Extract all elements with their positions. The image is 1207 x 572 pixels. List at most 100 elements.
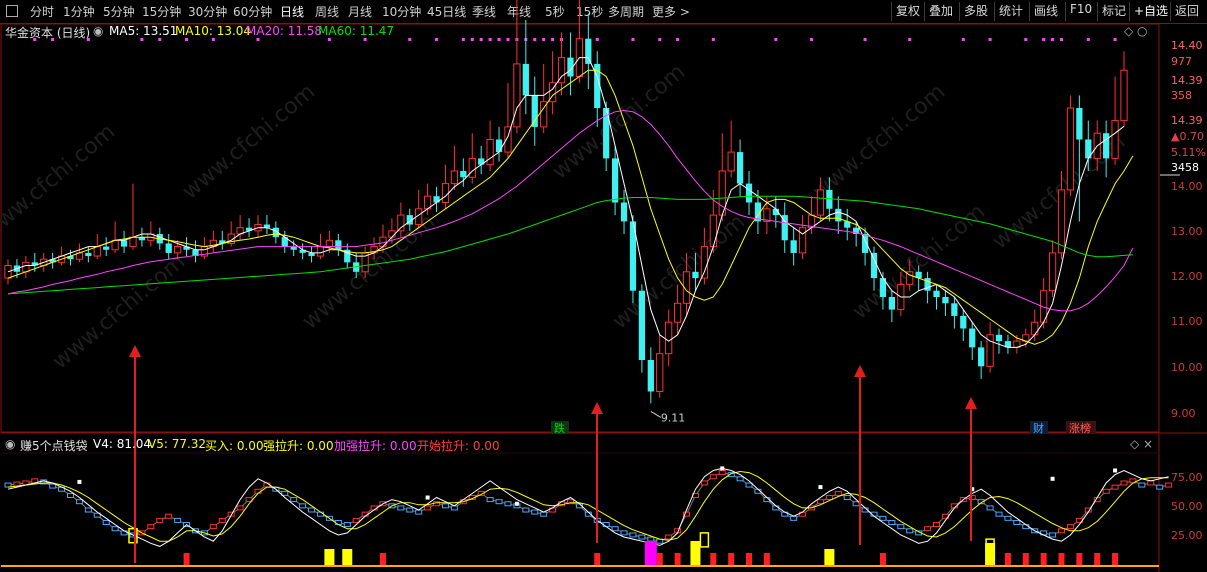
- kline-chart[interactable]: www.cfchi.com www.cfchi.comwww.cfchi.comw…: [0, 0, 1207, 572]
- indicator-box: [558, 501, 566, 507]
- candle-body: [460, 171, 467, 178]
- period-tab-16[interactable]: 更多 >: [652, 3, 690, 20]
- main-panel-header: 华金资本 (日线) ◉ MA5: 13.51 MA10: 13.04 MA20: 11.…: [0, 23, 1160, 41]
- indicator-box: [879, 515, 887, 521]
- toolbar-button-0[interactable]: 复权: [896, 2, 920, 19]
- toolbar-button-1[interactable]: 叠加: [929, 2, 953, 19]
- candle-body: [254, 224, 262, 232]
- histogram-bar-yellow: [985, 543, 996, 565]
- histogram-bar-red: [1112, 553, 1119, 565]
- price-axis-label: 3458: [1171, 161, 1199, 174]
- period-tab-5[interactable]: 60分钟: [233, 3, 272, 20]
- period-tab-14[interactable]: 15秒: [576, 3, 603, 20]
- toolbar-button-7[interactable]: +自选: [1134, 2, 1168, 19]
- toolbar-button-2[interactable]: 多股: [964, 2, 988, 19]
- candle-body: [4, 265, 12, 279]
- indicator-box: [1058, 528, 1066, 534]
- candle-body: [236, 227, 244, 235]
- period-tab-8[interactable]: 月线: [348, 3, 372, 20]
- period-tab-3[interactable]: 15分钟: [142, 3, 181, 20]
- candle-body: [620, 202, 628, 222]
- signal-arrow-head: [965, 397, 977, 409]
- period-tab-0[interactable]: 分时: [30, 3, 54, 20]
- ma-line-MA10: [7, 69, 1134, 345]
- period-tab-7[interactable]: 周线: [315, 3, 339, 20]
- candle-body: [200, 246, 209, 257]
- price-axis-label: 13.00: [1171, 225, 1203, 238]
- candle-body: [147, 233, 155, 241]
- toolbar-button-8[interactable]: 返回: [1175, 2, 1199, 19]
- candle-body: [567, 57, 574, 77]
- toolbar-button-5[interactable]: F10: [1070, 2, 1092, 16]
- candle-body: [1013, 340, 1021, 348]
- menu-checkbox[interactable]: [6, 5, 18, 17]
- indicator-box: [611, 526, 619, 532]
- period-tab-13[interactable]: 5秒: [545, 3, 565, 20]
- candle-body: [897, 283, 905, 311]
- signal-arrow-head: [854, 365, 866, 377]
- panel-icons[interactable]: ◇ ○: [1124, 24, 1148, 38]
- indicator-box: [763, 497, 771, 503]
- candle-body: [951, 303, 958, 316]
- stock-title[interactable]: 华金资本 (日线): [5, 24, 90, 41]
- indicator-box: [745, 482, 753, 488]
- indicator-box: [950, 503, 958, 509]
- candle-body: [656, 353, 664, 393]
- histogram-bar-yellow: [324, 549, 335, 565]
- indicator-box: [656, 538, 664, 544]
- price-axis-label: 5.11%: [1171, 146, 1206, 159]
- candle-body: [415, 208, 423, 226]
- candle-body: [290, 246, 297, 250]
- indicator-name[interactable]: 赚5个点钱袋: [20, 437, 88, 454]
- indicator-box: [290, 497, 298, 503]
- period-tab-15[interactable]: 多周期: [608, 3, 644, 20]
- indicator-box: [58, 486, 66, 492]
- histogram-bar-yellow: [342, 549, 353, 565]
- indicator-box: [1075, 517, 1083, 523]
- settings-icon[interactable]: ◉: [93, 24, 103, 38]
- candle-body: [192, 249, 199, 257]
- candle-body: [1040, 290, 1048, 323]
- toolbar-button-3[interactable]: 统计: [999, 2, 1023, 19]
- period-tab-11[interactable]: 季线: [472, 3, 496, 20]
- period-tab-6[interactable]: 日线: [280, 3, 304, 20]
- candle-body: [807, 214, 816, 229]
- period-tab-9[interactable]: 10分钟: [382, 3, 421, 20]
- watermark-text: www.cfchi.com: [298, 209, 440, 334]
- indicator-close-icon[interactable]: ◇ ×: [1130, 437, 1153, 451]
- indicator-box: [388, 503, 396, 509]
- period-tab-12[interactable]: 年线: [507, 3, 531, 20]
- candle-body: [370, 246, 378, 254]
- histogram-bar-red: [1076, 553, 1083, 565]
- price-axis-label: 11.00: [1171, 315, 1203, 328]
- indicator-box: [575, 503, 583, 509]
- period-tab-1[interactable]: 1分钟: [63, 3, 95, 20]
- candle-body: [557, 57, 566, 84]
- indicator-box: [415, 509, 423, 515]
- indicator-settings-icon[interactable]: ◉: [5, 437, 15, 451]
- ma-label-3: MA60: 11.47: [318, 24, 395, 38]
- signal-arrow-head: [129, 345, 141, 357]
- ma-label-2: MA20: 11.58: [246, 24, 323, 38]
- toolbar-button-6[interactable]: 标记: [1102, 2, 1126, 19]
- candle-body: [1004, 341, 1012, 348]
- indicator-box: [674, 528, 682, 534]
- indicator-box: [924, 526, 932, 532]
- period-tab-4[interactable]: 30分钟: [188, 3, 227, 20]
- candle-body: [594, 63, 601, 108]
- indicator-box: [272, 486, 280, 492]
- candle-body: [790, 240, 797, 253]
- candle-body: [995, 334, 1003, 342]
- period-tab-2[interactable]: 5分钟: [103, 3, 135, 20]
- indicator-box: [495, 499, 503, 505]
- histogram-bar-red: [1058, 553, 1065, 565]
- candle-body: [933, 290, 940, 297]
- indicator-box: [986, 505, 994, 511]
- toolbar-button-4[interactable]: 画线: [1034, 2, 1058, 19]
- indicator-box: [1129, 478, 1137, 484]
- candle-body: [245, 227, 253, 231]
- indicator-box: [772, 505, 780, 511]
- period-tab-10[interactable]: 45日线: [427, 3, 466, 20]
- histogram-bar-red: [1040, 553, 1047, 565]
- candle-body: [1085, 139, 1092, 159]
